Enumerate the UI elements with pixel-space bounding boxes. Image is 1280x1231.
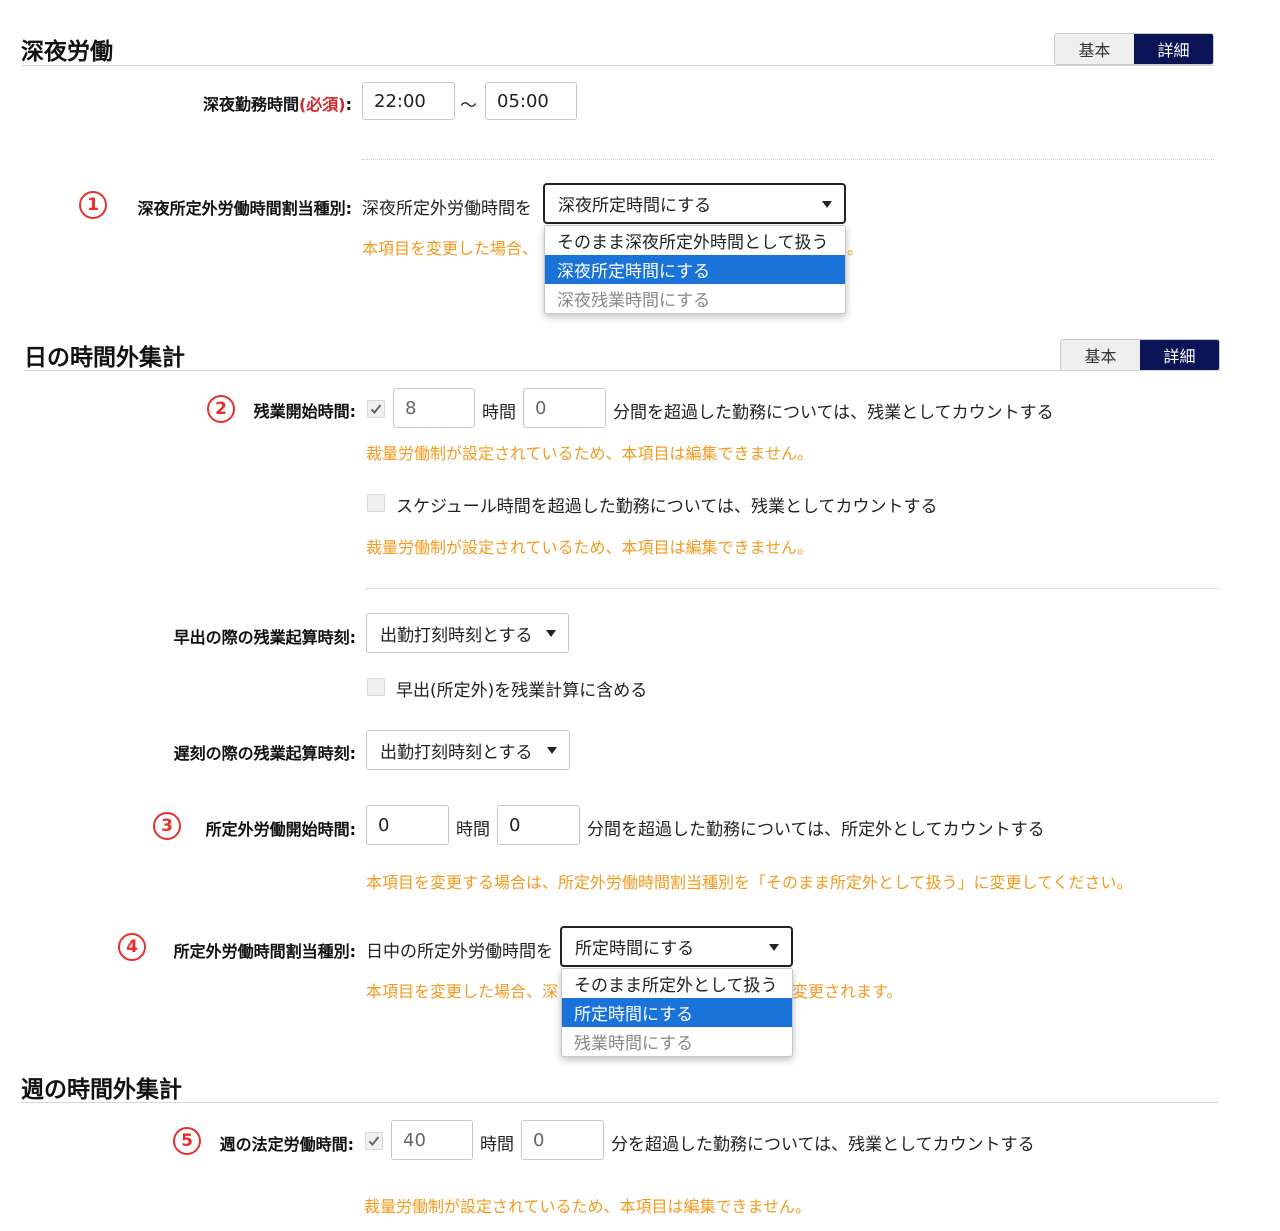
ot-start-checkbox[interactable] [367, 400, 385, 418]
daily-alloc-select[interactable]: 所定時間にする [560, 926, 793, 967]
callout-number-1: 1 [79, 191, 107, 219]
weekly-minutes-input[interactable]: 0 [521, 1120, 604, 1160]
night-hours-label: 深夜勤務時間(必須): [202, 95, 352, 114]
locked-warning: 裁量労働制が設定されているため、本項目は編集できません。 [366, 444, 814, 463]
section-divider [24, 370, 1220, 371]
view-toggle-night: 基本 詳細 [1054, 33, 1214, 65]
early-label: 早出の際の残業起算時刻: [173, 628, 356, 647]
daily-alloc-option-selected[interactable]: 所定時間にする [562, 998, 792, 1027]
weekly-legal-suffix: 分を超過した勤務については、残業としてカウントする [611, 1135, 1035, 1155]
check-icon [368, 1136, 380, 1146]
section-title-weekly: 週の時間外集計 [21, 1077, 182, 1103]
ot-start-label: 残業開始時間: [253, 402, 356, 421]
daily-alloc-selected: 所定時間にする [575, 939, 695, 959]
required-mark: (必須) [298, 95, 346, 114]
daily-alloc-warning: 本項目を変更した場合、深 [366, 982, 559, 1001]
late-selected: 出勤打刻時刻とする [380, 742, 533, 763]
dropdown-caret-icon [822, 200, 832, 208]
callout-number-2: 2 [207, 395, 235, 423]
callout-number-5: 5 [173, 1127, 201, 1155]
section-divider [21, 65, 1214, 66]
detail-view-button[interactable]: 詳細 [1140, 340, 1219, 370]
night-start-input[interactable]: 22:00 [362, 82, 455, 120]
night-alloc-option[interactable]: 深夜残業時間にする [545, 284, 845, 313]
early-select[interactable]: 出勤打刻時刻とする [366, 613, 569, 653]
early-include-label: 早出(所定外)を残業計算に含める [396, 681, 648, 701]
ot-start-suffix: 分間を超過した勤務については、残業としてカウントする [613, 403, 1054, 423]
night-alloc-label: 深夜所定外労働時間割当種別: [137, 199, 352, 218]
locked-warning: 裁量労働制が設定されているため、本項目は編集できません。 [366, 538, 814, 557]
schedule-ot-label: スケジュール時間を超過した勤務については、残業としてカウントする [396, 497, 938, 517]
dropdown-caret-icon [546, 630, 556, 637]
early-include-checkbox[interactable] [367, 678, 385, 696]
nonsched-start-label: 所定外労働開始時間: [205, 820, 356, 839]
hours-unit: 時間 [480, 1135, 514, 1155]
detail-view-button[interactable]: 詳細 [1134, 34, 1213, 64]
night-alloc-prefix: 深夜所定外労働時間を [362, 199, 532, 219]
nonsched-minutes-input[interactable]: 0 [497, 805, 580, 845]
night-alloc-option[interactable]: そのまま深夜所定外時間として扱う [545, 226, 845, 255]
night-alloc-warning-tail: 。 [847, 239, 864, 258]
dotted-divider [362, 159, 1214, 160]
view-toggle-daily: 基本 詳細 [1060, 339, 1220, 371]
daily-alloc-option[interactable]: そのまま所定外として扱う [562, 969, 792, 998]
range-tilde: ～ [460, 96, 477, 116]
daily-alloc-warning-tail: 変更されます。 [792, 982, 903, 1001]
weekly-hours-input[interactable]: 40 [391, 1120, 473, 1160]
nonsched-hours-input[interactable]: 0 [366, 805, 449, 845]
hours-unit: 時間 [482, 403, 516, 423]
daily-alloc-label: 所定外労働時間割当種別: [173, 942, 356, 961]
late-label: 遅刻の際の残業起算時刻: [173, 744, 356, 763]
callout-number-3: 3 [153, 812, 181, 840]
early-selected: 出勤打刻時刻とする [380, 625, 533, 646]
night-alloc-option-selected[interactable]: 深夜所定時間にする [545, 255, 845, 284]
hours-unit: 時間 [456, 820, 490, 840]
ot-hours-input[interactable]: 8 [393, 388, 475, 428]
section-title-daily: 日の時間外集計 [24, 345, 185, 371]
section-title-night: 深夜労働 [21, 39, 113, 65]
dotted-divider [366, 588, 1220, 589]
nonsched-warning: 本項目を変更する場合は、所定外労働時間割当種別を「そのまま所定外として扱う」に変… [366, 873, 1133, 892]
night-alloc-select[interactable]: 深夜所定時間にする [543, 183, 846, 224]
locked-warning: 裁量労働制が設定されているため、本項目は編集できません。 [364, 1197, 812, 1216]
late-select[interactable]: 出勤打刻時刻とする [366, 730, 570, 770]
schedule-ot-checkbox[interactable] [367, 494, 385, 512]
section-divider [21, 1102, 1219, 1103]
night-alloc-warning: 本項目を変更した場合、 [362, 239, 539, 258]
callout-number-4: 4 [118, 933, 146, 961]
night-end-input[interactable]: 05:00 [485, 82, 577, 120]
daily-alloc-options: そのまま所定外として扱う 所定時間にする 残業時間にする [561, 968, 793, 1057]
daily-alloc-prefix: 日中の所定外労働時間を [366, 942, 553, 962]
basic-view-button[interactable]: 基本 [1061, 340, 1140, 370]
basic-view-button[interactable]: 基本 [1055, 34, 1134, 64]
daily-alloc-option[interactable]: 残業時間にする [562, 1027, 792, 1056]
weekly-legal-checkbox[interactable] [365, 1132, 383, 1150]
ot-minutes-input[interactable]: 0 [523, 388, 606, 428]
night-alloc-selected: 深夜所定時間にする [558, 196, 712, 216]
dropdown-caret-icon [769, 943, 779, 951]
nonsched-start-suffix: 分間を超過した勤務については、所定外としてカウントする [587, 820, 1045, 840]
night-alloc-options: そのまま深夜所定外時間として扱う 深夜所定時間にする 深夜残業時間にする [544, 225, 846, 314]
dropdown-caret-icon [547, 747, 557, 754]
check-icon [370, 404, 382, 414]
weekly-legal-label: 週の法定労働時間: [219, 1135, 354, 1154]
